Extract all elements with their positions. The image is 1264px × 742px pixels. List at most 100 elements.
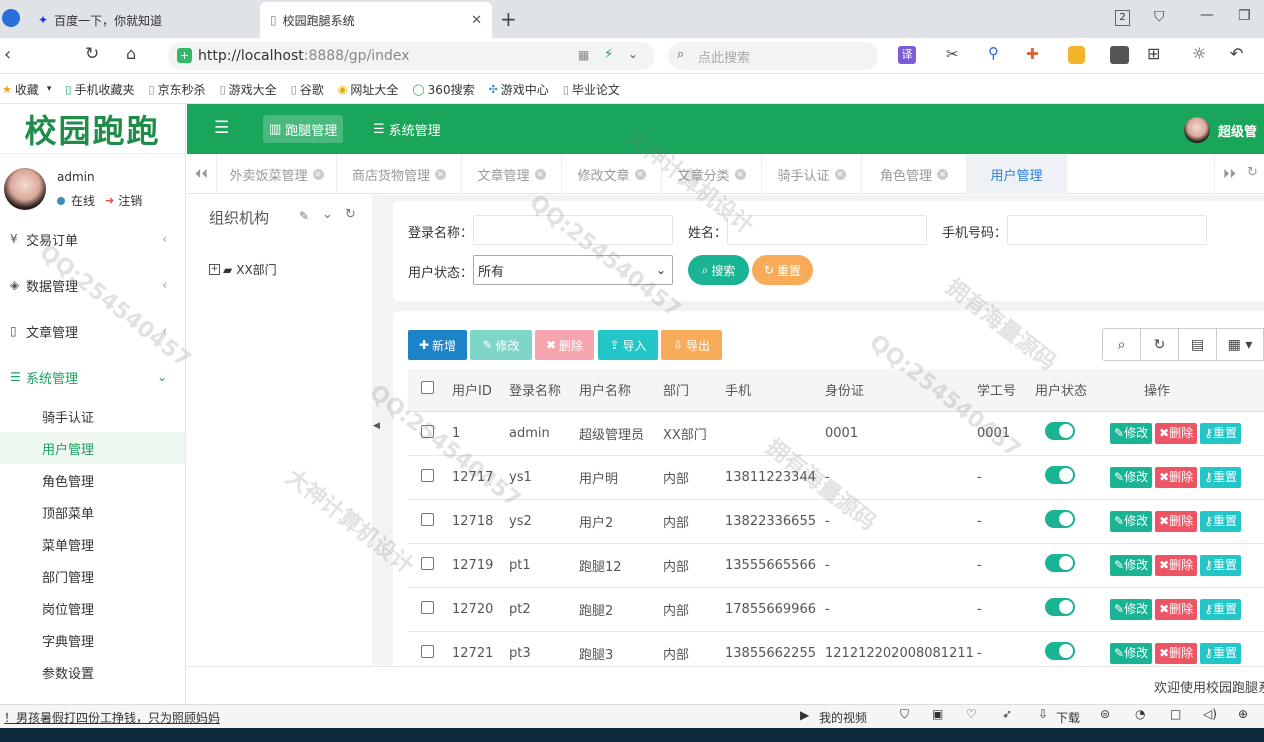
- col-login-name[interactable]: 登录名称: [509, 369, 579, 412]
- browser-tab-campus[interactable]: ▯ 校园跑腿系统 ✕: [260, 2, 492, 38]
- row-reset-button[interactable]: ⚷重置: [1200, 466, 1241, 488]
- submenu-rider-auth[interactable]: 骑手认证: [0, 400, 185, 432]
- submenu-dept-management[interactable]: 部门管理: [0, 560, 185, 592]
- refresh-icon[interactable]: ↻: [345, 207, 356, 222]
- bookmark-google[interactable]: ▯ 谷歌: [291, 81, 324, 98]
- tab-user-management[interactable]: 用户管理: [967, 154, 1067, 194]
- shirt-icon[interactable]: ⛉: [1154, 9, 1165, 25]
- refresh-icon[interactable]: ↻: [85, 44, 99, 64]
- apps-grid-icon[interactable]: ⊞: [1147, 44, 1160, 63]
- status-toggle[interactable]: [1045, 598, 1075, 616]
- close-icon[interactable]: ✕: [435, 168, 446, 180]
- tab-food[interactable]: 外卖饭菜管理 ✕: [217, 154, 337, 194]
- row-delete-button[interactable]: ✖删除: [1155, 422, 1198, 444]
- name-input[interactable]: [727, 215, 927, 245]
- download-link[interactable]: 下载: [1056, 709, 1080, 726]
- chevron-down-icon[interactable]: ⌄: [628, 47, 638, 61]
- table-view-toggle-button[interactable]: ▤: [1178, 328, 1217, 361]
- bookmark-sites[interactable]: ◉ 网址大全: [338, 81, 399, 98]
- row-reset-button[interactable]: ⚷重置: [1200, 642, 1241, 664]
- collapse-handle[interactable]: ◀: [372, 195, 382, 665]
- translate-icon[interactable]: 译: [898, 46, 916, 64]
- table-row[interactable]: 12719 pt1 跑腿12 内部 13555665566- - ✎修改 ✖删除 ⚷重置: [408, 543, 1264, 588]
- close-icon[interactable]: ✕: [937, 168, 948, 180]
- col-user-id[interactable]: 用户ID: [452, 369, 509, 412]
- phone-input[interactable]: [1007, 215, 1207, 245]
- search-button[interactable]: ⌕ 搜索: [688, 255, 749, 285]
- reset-button[interactable]: ↻ 重置: [752, 255, 813, 285]
- bookmark-jd[interactable]: ▯ 京东秒杀: [149, 81, 206, 98]
- status-toggle[interactable]: [1045, 554, 1075, 572]
- browser-icon[interactable]: ◔: [1135, 707, 1145, 721]
- row-delete-button[interactable]: ✖删除: [1155, 642, 1198, 664]
- close-icon[interactable]: ✕: [634, 168, 646, 180]
- row-edit-button[interactable]: ✎修改: [1110, 466, 1153, 488]
- new-tab-icon[interactable]: +: [500, 7, 517, 31]
- row-delete-button[interactable]: ✖删除: [1155, 510, 1198, 532]
- top-menu-system[interactable]: ☰ 系统管理: [367, 115, 447, 143]
- import-button[interactable]: ⇪ 导入: [598, 330, 658, 360]
- close-icon[interactable]: ✕: [734, 168, 746, 180]
- game-icon[interactable]: ⊜: [1100, 707, 1110, 721]
- sidebar-item-system[interactable]: ☰ 系统管理 ⌄: [0, 354, 185, 400]
- table-columns-button[interactable]: ▦ ▾: [1216, 328, 1264, 361]
- maximize-icon[interactable]: ❐: [1238, 8, 1251, 24]
- avatar[interactable]: [4, 168, 46, 210]
- row-edit-button[interactable]: ✎修改: [1110, 598, 1153, 620]
- table-refresh-button[interactable]: ↻: [1140, 328, 1179, 361]
- shield-icon[interactable]: ⛉: [900, 707, 909, 722]
- undo-icon[interactable]: ↶: [1230, 44, 1243, 63]
- row-checkbox[interactable]: [421, 424, 434, 438]
- news-ticker[interactable]: ！男孩暑假打四份工挣钱，只为照顾妈妈: [4, 709, 220, 726]
- rocket-icon[interactable]: ➶: [1002, 707, 1012, 721]
- submenu-role-management[interactable]: 角色管理: [0, 464, 185, 496]
- tab-articles[interactable]: 文章管理 ✕: [462, 154, 562, 194]
- row-delete-button[interactable]: ✖删除: [1155, 466, 1198, 488]
- tabs-next-icon[interactable]: ⏵⏵: [1214, 154, 1244, 194]
- lightning-icon[interactable]: ⚡: [604, 47, 613, 62]
- col-user-name[interactable]: 用户名称: [579, 369, 663, 412]
- row-edit-button[interactable]: ✎修改: [1110, 422, 1153, 444]
- app-logo[interactable]: 校园跑跑: [0, 104, 185, 154]
- row-delete-button[interactable]: ✖删除: [1155, 554, 1198, 576]
- tabs-refresh-icon[interactable]: ↻: [1247, 165, 1258, 180]
- status-toggle[interactable]: [1045, 510, 1075, 528]
- bookmark-mobile[interactable]: ▯ 手机收藏夹: [65, 81, 134, 98]
- top-avatar[interactable]: [1184, 117, 1210, 143]
- row-checkbox[interactable]: [421, 644, 434, 658]
- submenu-post-management[interactable]: 岗位管理: [0, 592, 185, 624]
- brightness-icon[interactable]: ☼: [1192, 44, 1206, 63]
- row-checkbox[interactable]: [421, 512, 434, 526]
- table-row[interactable]: 12718 ys2 用户2 内部 13822336655- - ✎修改 ✖删除 ⚷重置: [408, 499, 1264, 544]
- chevron-down-icon[interactable]: ⌄: [322, 207, 333, 222]
- menu-toggle-icon[interactable]: ☰: [214, 118, 229, 138]
- minimize-icon[interactable]: —: [1200, 7, 1214, 23]
- export-button[interactable]: ⇩ 导出: [661, 330, 722, 360]
- expand-icon[interactable]: +: [209, 264, 220, 275]
- bookmark-thesis[interactable]: ▯ 毕业论文: [563, 81, 620, 98]
- sidebar-item-orders[interactable]: ¥ 交易订单 ‹: [0, 216, 185, 262]
- bookmark-game-center[interactable]: ✣ 游戏中心: [489, 81, 549, 98]
- row-edit-button[interactable]: ✎修改: [1110, 510, 1153, 532]
- row-reset-button[interactable]: ⚷重置: [1200, 554, 1241, 576]
- edit-button[interactable]: ✎ 修改: [470, 330, 532, 360]
- tab-goods[interactable]: 商店货物管理 ✕: [337, 154, 462, 194]
- tab-count-icon[interactable]: 2: [1115, 10, 1130, 26]
- wallet-icon[interactable]: [1110, 46, 1129, 64]
- col-dept[interactable]: 部门: [663, 369, 725, 412]
- row-reset-button[interactable]: ⚷重置: [1200, 598, 1241, 620]
- close-icon[interactable]: ✕: [312, 168, 324, 180]
- submenu-dict-management[interactable]: 字典管理: [0, 624, 185, 656]
- magnifier-icon[interactable]: ⚲: [988, 44, 999, 62]
- tree-node-dept[interactable]: + ▰ XX部门: [209, 261, 277, 278]
- bookmark-favorites[interactable]: ★ 收藏 ▾: [2, 81, 51, 98]
- tab-article-category[interactable]: 文章分类 ✕: [662, 154, 762, 194]
- zoom-icon[interactable]: ⊕: [1238, 707, 1248, 721]
- sidebar-item-data[interactable]: ◈ 数据管理 ‹: [0, 262, 185, 308]
- top-user-name[interactable]: 超级管: [1218, 121, 1257, 140]
- back-icon[interactable]: ‹: [4, 44, 11, 65]
- browser-logo-icon[interactable]: [2, 9, 20, 27]
- shield-coin-icon[interactable]: [1068, 46, 1085, 64]
- gamepad-icon[interactable]: ✚: [1026, 45, 1039, 63]
- login-name-input[interactable]: [473, 215, 673, 245]
